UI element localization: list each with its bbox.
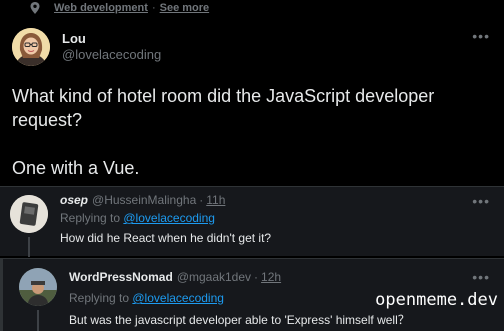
reply-author-name[interactable]: osep xyxy=(60,193,88,207)
more-options-icon[interactable]: ••• xyxy=(472,28,490,44)
topic-link[interactable]: Web development xyxy=(54,2,148,14)
tweet-text-line: What kind of hotel room did the JavaScri… xyxy=(12,86,435,130)
replying-prefix: Replying to xyxy=(60,211,124,225)
mention-link[interactable]: @lovelacecoding xyxy=(132,291,224,305)
reply-timestamp[interactable]: 11h xyxy=(206,193,225,207)
reply-text: How did he React when he didn't get it? xyxy=(60,231,272,245)
author-name[interactable]: Lou xyxy=(62,31,86,46)
thread-line xyxy=(37,310,39,331)
reply-text: But was the javascript developer able to… xyxy=(69,313,410,327)
reply-header: osep @HusseinMalingha · 11h xyxy=(60,193,225,207)
reply-author-name[interactable]: WordPressNomad xyxy=(69,270,173,284)
reply-separator: · xyxy=(199,193,204,207)
more-options-icon[interactable]: ••• xyxy=(472,193,490,209)
avatar[interactable] xyxy=(19,268,57,306)
tweet-text: What kind of hotel room did the JavaScri… xyxy=(12,84,492,180)
avatar-image xyxy=(10,195,48,233)
more-options-icon[interactable]: ••• xyxy=(472,269,490,285)
topic-bar: Web development · See more xyxy=(30,0,209,16)
reply-header: WordPressNomad @mgaak1dev · 12h xyxy=(69,270,281,284)
watermark: openmeme.dev xyxy=(375,290,498,310)
replying-to: Replying to @lovelacecoding xyxy=(60,211,215,225)
avatar-image xyxy=(19,268,57,306)
thread-line xyxy=(28,237,30,257)
replying-to: Replying to @lovelacecoding xyxy=(69,291,224,305)
reply-timestamp[interactable]: 12h xyxy=(261,270,281,284)
topic-separator: · xyxy=(151,2,156,14)
avatar[interactable] xyxy=(12,28,50,66)
see-more-link[interactable]: See more xyxy=(160,2,210,14)
main-tweet: Lou @lovelacecoding ••• What kind of hot… xyxy=(0,16,504,186)
replying-prefix: Replying to xyxy=(69,291,133,305)
reply-author-handle[interactable]: @mgaak1dev xyxy=(177,270,251,284)
mention-link[interactable]: @lovelacecoding xyxy=(123,211,215,225)
reply-tweet[interactable]: osep @HusseinMalingha · 11h ••• Replying… xyxy=(0,186,504,257)
tweet-text-line: One with a Vue. xyxy=(12,158,140,178)
reply-separator: · xyxy=(254,270,259,284)
pin-icon xyxy=(30,2,40,14)
avatar[interactable] xyxy=(10,195,48,233)
avatar-image xyxy=(12,28,50,66)
reply-author-handle[interactable]: @HusseinMalingha xyxy=(92,193,196,207)
author-handle[interactable]: @lovelacecoding xyxy=(62,47,161,62)
